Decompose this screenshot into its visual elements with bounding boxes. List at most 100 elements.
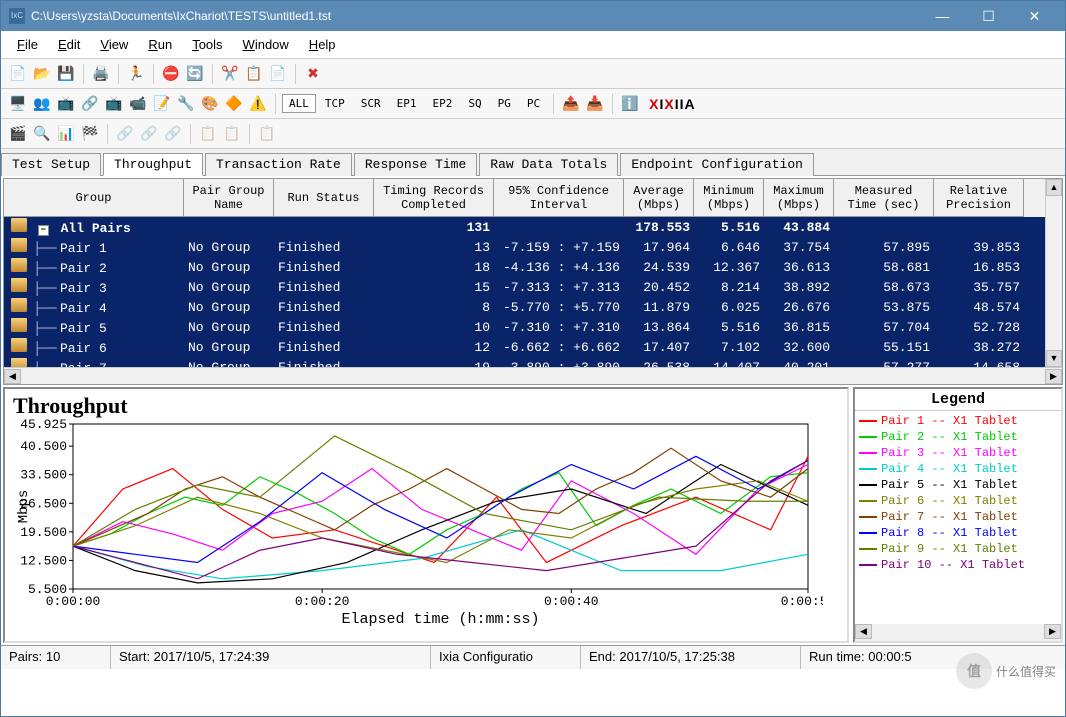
legend-hscrollbar[interactable]: ◀ ▶: [855, 624, 1061, 641]
camera-icon[interactable]: 📹: [127, 93, 149, 115]
scroll-up-icon[interactable]: ▲: [1046, 179, 1062, 196]
legend-item[interactable]: Pair 5 -- X1 Tablet: [859, 477, 1057, 493]
column-header[interactable]: Pair Group Name: [184, 179, 274, 217]
monitor2-icon[interactable]: 📺: [103, 93, 125, 115]
statusbar: Pairs: 10 Start: 2017/10/5, 17:24:39 Ixi…: [1, 645, 1065, 669]
cut-icon[interactable]: ✂️: [219, 63, 241, 85]
tab-raw-data-totals[interactable]: Raw Data Totals: [479, 153, 618, 176]
t3-icon-10[interactable]: 📋: [256, 123, 278, 145]
t3-icon-6[interactable]: 🔗: [138, 123, 160, 145]
monitor-icon[interactable]: 📺: [55, 93, 77, 115]
vscrollbar[interactable]: ▲ ▼: [1045, 179, 1062, 367]
column-header[interactable]: Maximum (Mbps): [764, 179, 834, 217]
svg-text:0:00:59: 0:00:59: [781, 594, 823, 609]
legend-item[interactable]: Pair 3 -- X1 Tablet: [859, 445, 1057, 461]
table-row[interactable]: ├──Pair 1No GroupFinished13-7.159 : +7.1…: [4, 237, 1045, 257]
table-row[interactable]: ├──Pair 7No GroupFinished19-3.890 : +3.8…: [4, 357, 1045, 367]
column-header[interactable]: 95% Confidence Interval: [494, 179, 624, 217]
menu-view[interactable]: View: [92, 34, 136, 55]
column-header[interactable]: Group: [4, 179, 184, 217]
close-button[interactable]: ✕: [1012, 2, 1057, 30]
table-row[interactable]: ├──Pair 3No GroupFinished15-7.313 : +7.3…: [4, 277, 1045, 297]
scroll-left-icon[interactable]: ◀: [4, 369, 21, 384]
filter-all[interactable]: ALL: [282, 94, 316, 113]
filter-tcp[interactable]: TCP: [318, 94, 352, 113]
tab-test-setup[interactable]: Test Setup: [1, 153, 101, 176]
filter-pc[interactable]: PC: [520, 94, 547, 113]
paste-icon[interactable]: 📄: [267, 63, 289, 85]
table-row[interactable]: ├──Pair 6No GroupFinished12-6.662 : +6.6…: [4, 337, 1045, 357]
svg-text:0:00:40: 0:00:40: [544, 594, 599, 609]
save-icon[interactable]: 💾: [55, 63, 77, 85]
column-header[interactable]: Timing Records Completed: [374, 179, 494, 217]
column-header[interactable]: Average (Mbps): [624, 179, 694, 217]
legend-item[interactable]: Pair 10 -- X1 Tablet: [859, 557, 1057, 573]
maximize-button[interactable]: ☐: [966, 2, 1011, 30]
delete-icon[interactable]: ✖: [302, 63, 324, 85]
menu-edit[interactable]: Edit: [50, 34, 88, 55]
column-header[interactable]: Relative Precision: [934, 179, 1024, 217]
run-icon[interactable]: 🏃: [125, 63, 147, 85]
tool2-icon[interactable]: 🎨: [199, 93, 221, 115]
legend-item[interactable]: Pair 2 -- X1 Tablet: [859, 429, 1057, 445]
pair-icon[interactable]: 👥: [31, 93, 53, 115]
menu-file[interactable]: File: [9, 34, 46, 55]
minimize-button[interactable]: —: [920, 2, 965, 30]
network-icon[interactable]: 🔗: [79, 93, 101, 115]
column-header[interactable]: Minimum (Mbps): [694, 179, 764, 217]
filter-scr[interactable]: SCR: [354, 94, 388, 113]
table-row[interactable]: ├──Pair 4No GroupFinished8-5.770 : +5.77…: [4, 297, 1045, 317]
menu-help[interactable]: Help: [301, 34, 344, 55]
print-icon[interactable]: 🖨️: [90, 63, 112, 85]
import-icon[interactable]: 📥: [584, 93, 606, 115]
legend-item[interactable]: Pair 7 -- X1 Tablet: [859, 509, 1057, 525]
export-icon[interactable]: 📤: [560, 93, 582, 115]
tool3-icon[interactable]: 🔶: [223, 93, 245, 115]
table-row[interactable]: ├──Pair 2No GroupFinished18-4.136 : +4.1…: [4, 257, 1045, 277]
t3-icon-7[interactable]: 🔗: [162, 123, 184, 145]
filter-pg[interactable]: PG: [491, 94, 518, 113]
tool-icon[interactable]: 🔧: [175, 93, 197, 115]
tab-endpoint-configuration[interactable]: Endpoint Configuration: [620, 153, 814, 176]
legend-item[interactable]: Pair 9 -- X1 Tablet: [859, 541, 1057, 557]
column-header[interactable]: Run Status: [274, 179, 374, 217]
endpoint-icon[interactable]: 🖥️: [7, 93, 29, 115]
stop-icon[interactable]: ⛔: [160, 63, 182, 85]
column-header[interactable]: Measured Time (sec): [834, 179, 934, 217]
legend-item[interactable]: Pair 6 -- X1 Tablet: [859, 493, 1057, 509]
t3-icon-9[interactable]: 📋: [221, 123, 243, 145]
legend-item[interactable]: Pair 4 -- X1 Tablet: [859, 461, 1057, 477]
scroll-right-icon[interactable]: ▶: [1044, 624, 1061, 639]
t3-icon-2[interactable]: 🔍: [31, 123, 53, 145]
t3-icon-4[interactable]: 🏁: [79, 123, 101, 145]
menu-window[interactable]: Window: [235, 34, 297, 55]
tab-transaction-rate[interactable]: Transaction Rate: [205, 153, 352, 176]
table-row[interactable]: ├──Pair 5No GroupFinished10-7.310 : +7.3…: [4, 317, 1045, 337]
t3-icon-5[interactable]: 🔗: [114, 123, 136, 145]
t3-icon-3[interactable]: 📊: [55, 123, 77, 145]
t3-icon-8[interactable]: 📋: [197, 123, 219, 145]
legend-item[interactable]: Pair 1 -- X1 Tablet: [859, 413, 1057, 429]
reload-icon[interactable]: 🔄: [184, 63, 206, 85]
copy-icon[interactable]: 📋: [243, 63, 265, 85]
menu-run[interactable]: Run: [140, 34, 180, 55]
filter-sq[interactable]: SQ: [461, 94, 488, 113]
new-icon[interactable]: 📄: [7, 63, 29, 85]
scroll-right-icon[interactable]: ▶: [1045, 369, 1062, 384]
tab-response-time[interactable]: Response Time: [354, 153, 477, 176]
open-icon[interactable]: 📂: [31, 63, 53, 85]
filter-ep1[interactable]: EP1: [390, 94, 424, 113]
tab-throughput[interactable]: Throughput: [103, 153, 203, 176]
hscrollbar[interactable]: ◀ ▶: [4, 367, 1062, 384]
chart-panel: Throughput 5.50012.50019.50026.50033.500…: [3, 387, 849, 643]
t3-icon-1[interactable]: 🎬: [7, 123, 29, 145]
scroll-left-icon[interactable]: ◀: [855, 624, 872, 639]
legend-item[interactable]: Pair 8 -- X1 Tablet: [859, 525, 1057, 541]
table-row[interactable]: − All Pairs131178.5535.51643.884: [4, 217, 1045, 237]
tool4-icon[interactable]: ⚠️: [247, 93, 269, 115]
menu-tools[interactable]: Tools: [184, 34, 230, 55]
info-icon[interactable]: ℹ️: [619, 93, 641, 115]
scroll-down-icon[interactable]: ▼: [1046, 350, 1062, 367]
edit-icon[interactable]: 📝: [151, 93, 173, 115]
filter-ep2[interactable]: EP2: [426, 94, 460, 113]
